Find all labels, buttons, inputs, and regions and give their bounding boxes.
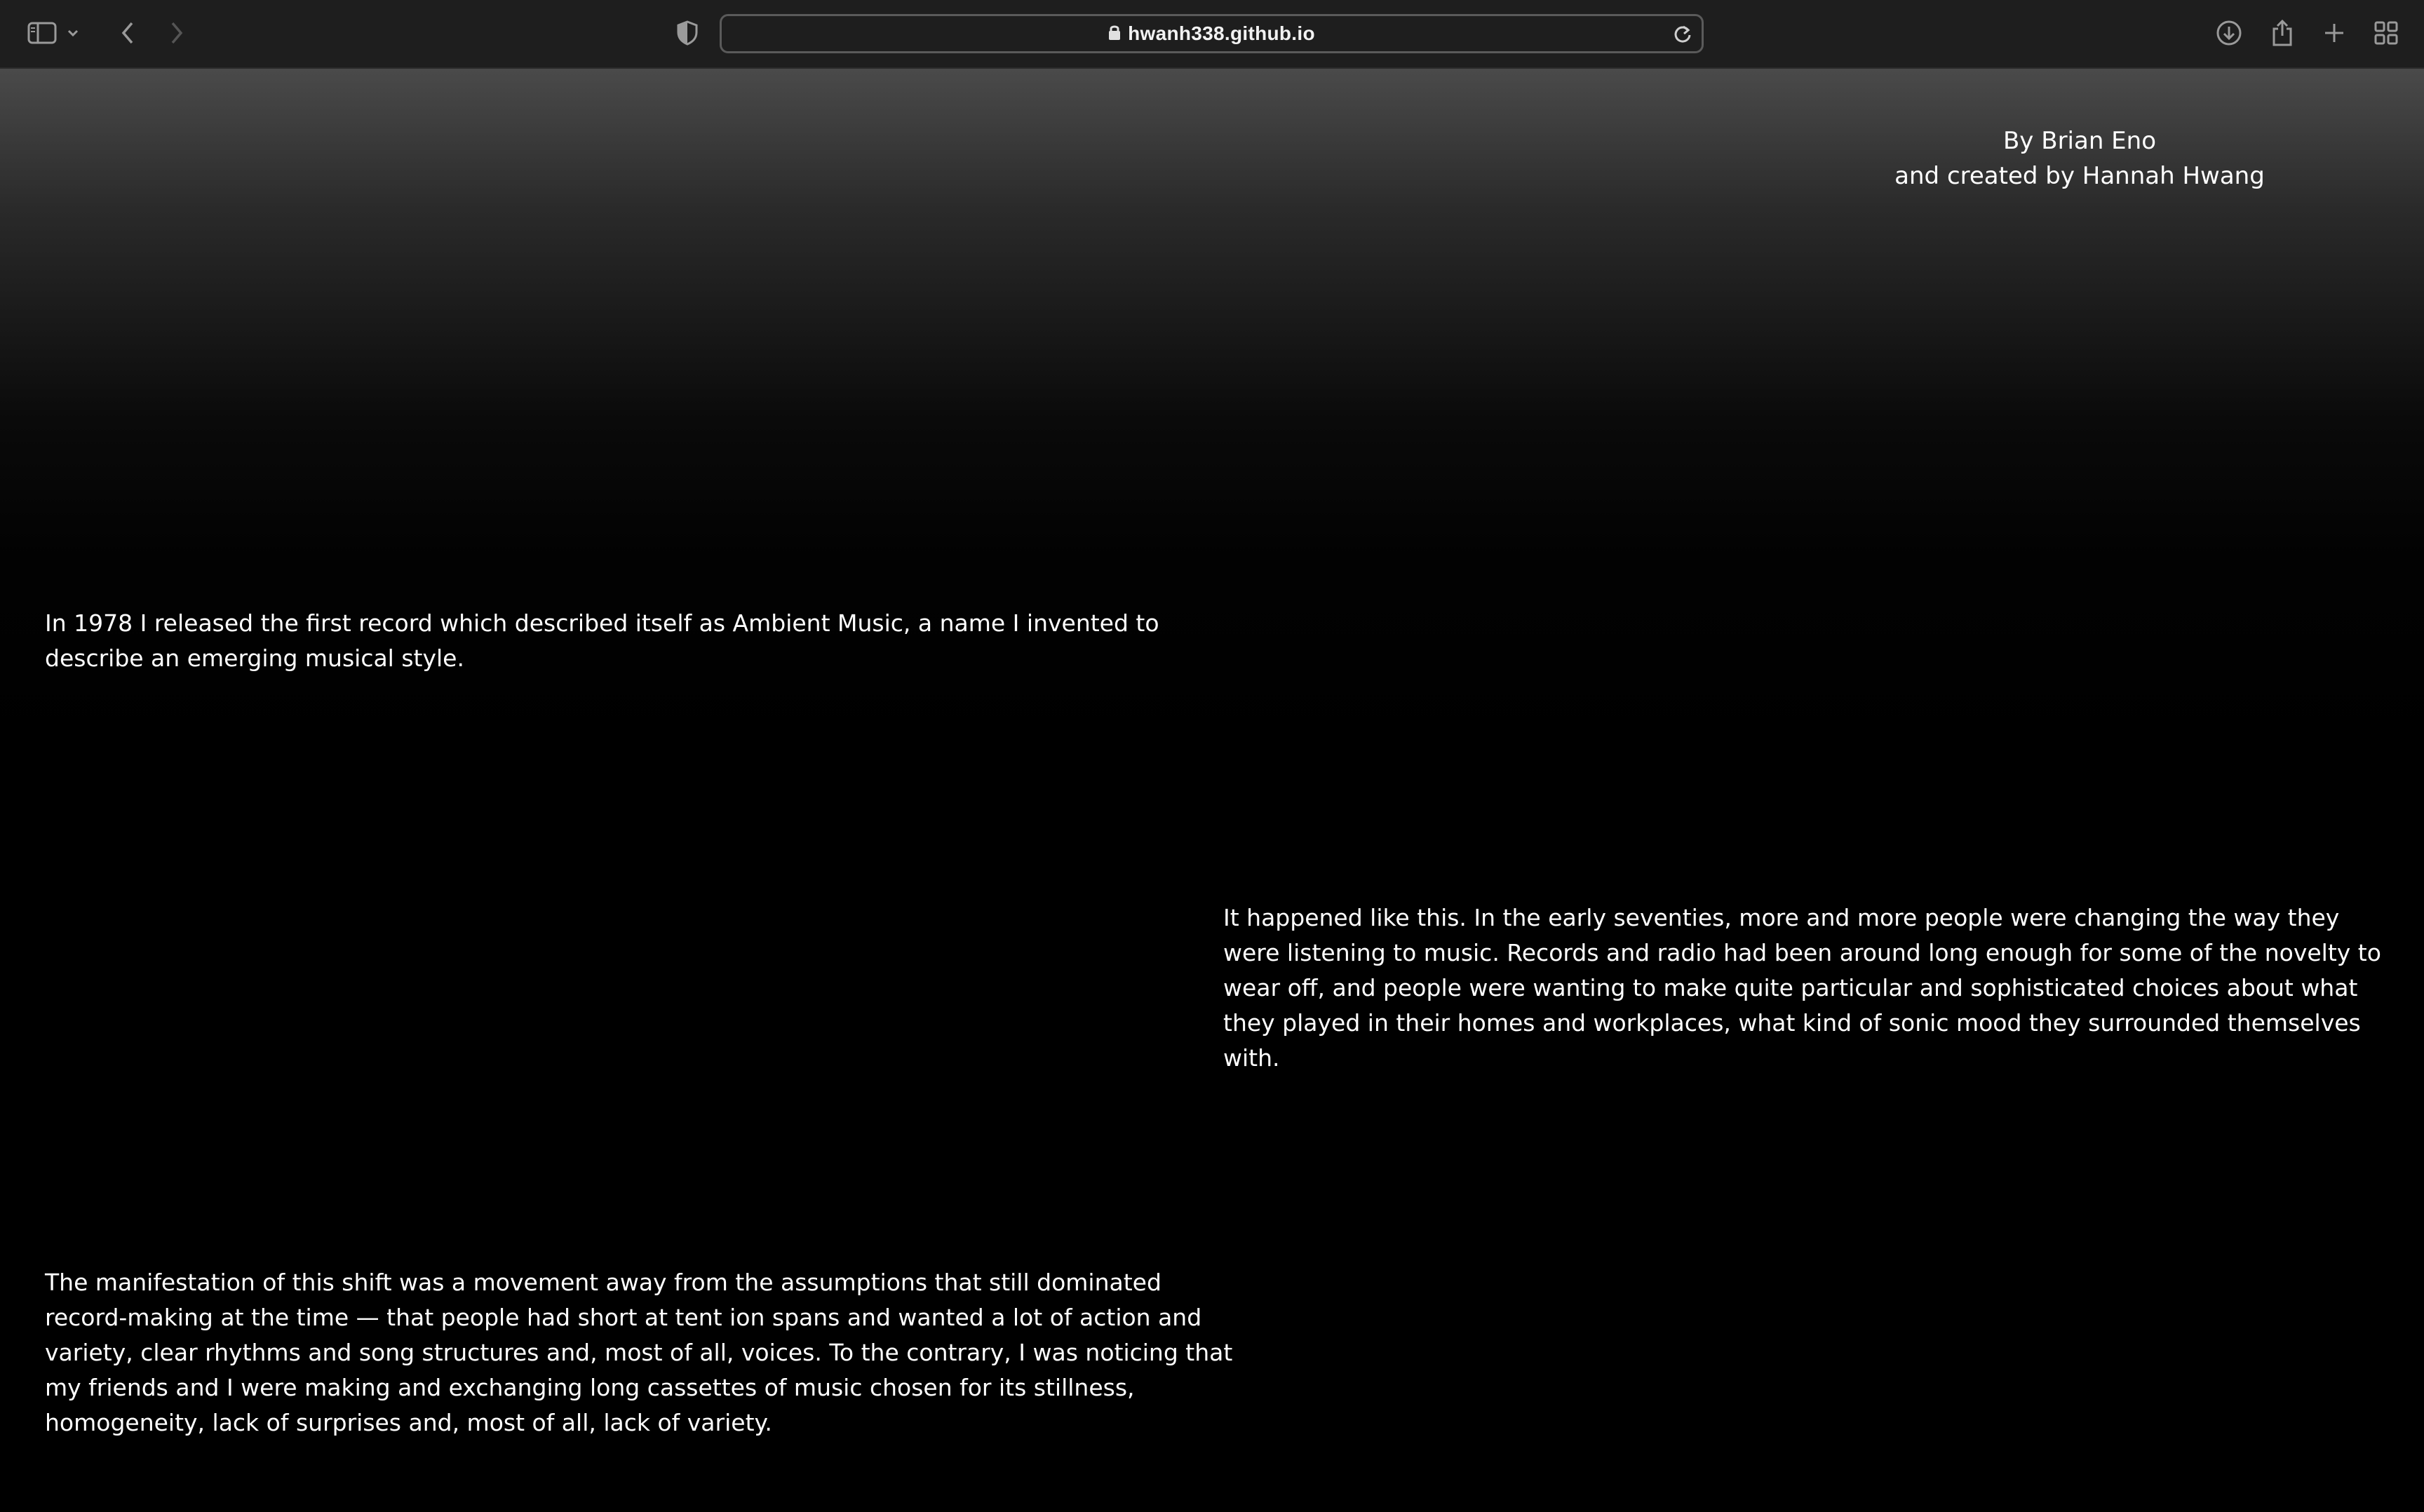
plus-icon[interactable] (2313, 12, 2355, 54)
page-content: By Brian Eno and created by Hannah Hwang… (0, 69, 2424, 1512)
grid-icon[interactable] (2365, 12, 2407, 54)
paragraph: It happened like this. In the early seve… (1223, 904, 2381, 1072)
paragraph: In 1978 I released the first record whic… (45, 609, 1159, 672)
reload-icon[interactable] (1671, 22, 1695, 46)
share-icon[interactable] (2261, 12, 2303, 54)
address-bar[interactable]: hwanh338.github.io (720, 14, 1704, 53)
lock-icon (1108, 24, 1121, 43)
browser-toolbar: hwanh338.github.io (0, 0, 2424, 69)
creator-credit: and created by Hannah Hwang (1894, 162, 2265, 190)
url-text: hwanh338.github.io (1128, 22, 1315, 44)
credits: By Brian Eno and created by Hannah Hwang (1824, 123, 2336, 194)
sidebar-icon[interactable] (21, 12, 63, 54)
shield-icon[interactable] (666, 12, 708, 54)
author-credit: By Brian Eno (2002, 127, 2157, 155)
download-icon[interactable] (2208, 12, 2250, 54)
chevron-down-icon[interactable] (59, 12, 87, 54)
paragraph: The manifestation of this shift was a mo… (45, 1269, 1233, 1436)
chevron-right-icon[interactable] (156, 12, 198, 54)
chevron-left-icon[interactable] (107, 12, 149, 54)
